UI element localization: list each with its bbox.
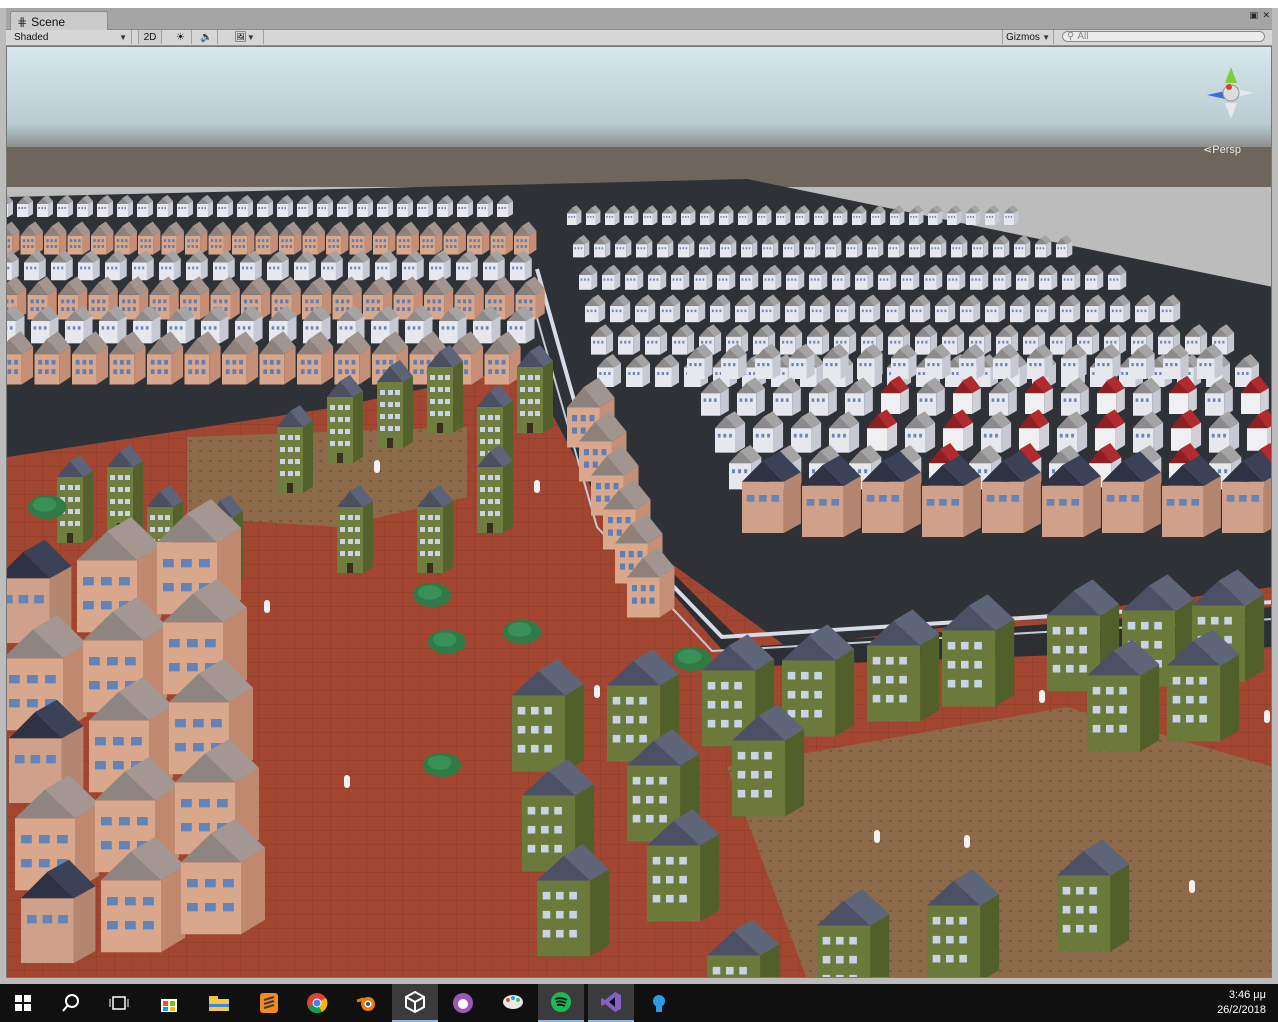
image-icon: 🖼 (234, 31, 247, 43)
windows-start-icon[interactable] (0, 984, 46, 1022)
tree (412, 583, 452, 607)
blue-app-icon[interactable] (636, 984, 682, 1022)
horizon (7, 147, 1271, 187)
effects-dropdown[interactable]: 🖼 ▼ (226, 30, 264, 44)
tree (27, 495, 67, 519)
search-placeholder: All (1077, 31, 1089, 42)
house (1035, 234, 1052, 258)
house (909, 205, 924, 225)
sky (7, 47, 1271, 157)
2d-label: 2D (143, 31, 157, 43)
scene-search-input[interactable]: ⚲ All (1062, 31, 1265, 42)
house (1004, 205, 1019, 225)
gizmos-dropdown[interactable]: Gizmos ▼ (1002, 30, 1054, 44)
pillar (874, 830, 880, 843)
maximize-icon[interactable]: ▣ (1249, 10, 1258, 21)
tree (427, 630, 467, 654)
chevron-down-icon: ▼ (1042, 32, 1050, 42)
pillar (344, 775, 350, 788)
clock-time: 3:46 μμ (1228, 989, 1266, 1001)
visual-studio-icon[interactable] (588, 984, 634, 1022)
task-view-icon[interactable] (96, 984, 142, 1022)
z-axis-icon[interactable] (1207, 91, 1225, 99)
spotify-icon[interactable] (538, 984, 584, 1022)
audio-toggle-button[interactable]: 🔈 (196, 30, 218, 44)
pillar (964, 835, 970, 848)
pillar (374, 460, 380, 473)
house (947, 205, 962, 225)
close-icon[interactable]: ✕ (1262, 10, 1270, 21)
search-icon: ⚲ (1067, 31, 1075, 42)
tree (502, 620, 542, 644)
paint-icon[interactable] (490, 984, 536, 1022)
house (890, 205, 905, 225)
sublime-text-icon[interactable] (246, 984, 292, 1022)
y-axis-icon[interactable] (1225, 67, 1237, 83)
chevron-down-icon: ▼ (246, 32, 255, 42)
pillar (594, 685, 600, 698)
tree (422, 753, 462, 777)
pillar (1189, 880, 1195, 893)
neg-y-axis-icon[interactable] (1225, 103, 1237, 119)
tab-label: Scene (31, 14, 66, 29)
unity-icon[interactable] (392, 984, 438, 1022)
window-titlebar (0, 0, 1278, 8)
house (985, 205, 1000, 225)
projection-label[interactable]: ⋖Persp (1203, 143, 1241, 156)
blender-icon[interactable] (344, 984, 390, 1022)
purple-app-icon[interactable] (440, 984, 486, 1022)
draw-mode-dropdown[interactable]: Shaded ▼ (10, 30, 132, 44)
2d-toggle-button[interactable]: 2D (138, 30, 162, 44)
speaker-icon: 🔈 (200, 31, 213, 43)
pillar (264, 600, 270, 613)
x-marker-icon (1226, 84, 1232, 90)
sun-icon: ☀ (176, 31, 185, 43)
house (1056, 234, 1073, 258)
chevron-down-icon: ▼ (119, 32, 127, 42)
scene-viewport[interactable]: ⋖Persp (6, 46, 1272, 978)
house (928, 205, 943, 225)
persp-arrow-icon: ⋖ (1203, 144, 1213, 156)
system-clock[interactable]: 3:46 μμ 26/2/2018 (1217, 988, 1266, 1018)
scene-toolbar: Shaded ▼ 2D ☀ 🔈 🖼 ▼ Gizmos ▼ ⚲ All (6, 30, 1272, 46)
lighting-toggle-button[interactable]: ☀ (170, 30, 192, 44)
store-icon[interactable] (146, 984, 192, 1022)
pillar (1039, 690, 1045, 703)
windows-taskbar: 3:46 μμ 26/2/2018 (0, 984, 1278, 1022)
city-scene (7, 47, 1271, 977)
clock-date: 26/2/2018 (1217, 1004, 1266, 1016)
gizmos-label: Gizmos (1006, 31, 1040, 43)
scene-grid-icon: ⋕ (17, 14, 28, 29)
search-icon[interactable] (48, 984, 94, 1022)
chrome-icon[interactable] (294, 984, 340, 1022)
draw-mode-label: Shaded (14, 31, 49, 43)
tab-scene[interactable]: ⋕ Scene (10, 11, 108, 31)
tab-strip: ⋕ Scene ▣ ✕ (6, 8, 1272, 31)
house (966, 205, 981, 225)
scene-orientation-gizmo[interactable] (1191, 47, 1271, 147)
pillar (534, 480, 540, 493)
file-explorer-icon[interactable] (196, 984, 242, 1022)
pillar (1264, 710, 1270, 723)
left-foreground-houses (7, 499, 265, 963)
